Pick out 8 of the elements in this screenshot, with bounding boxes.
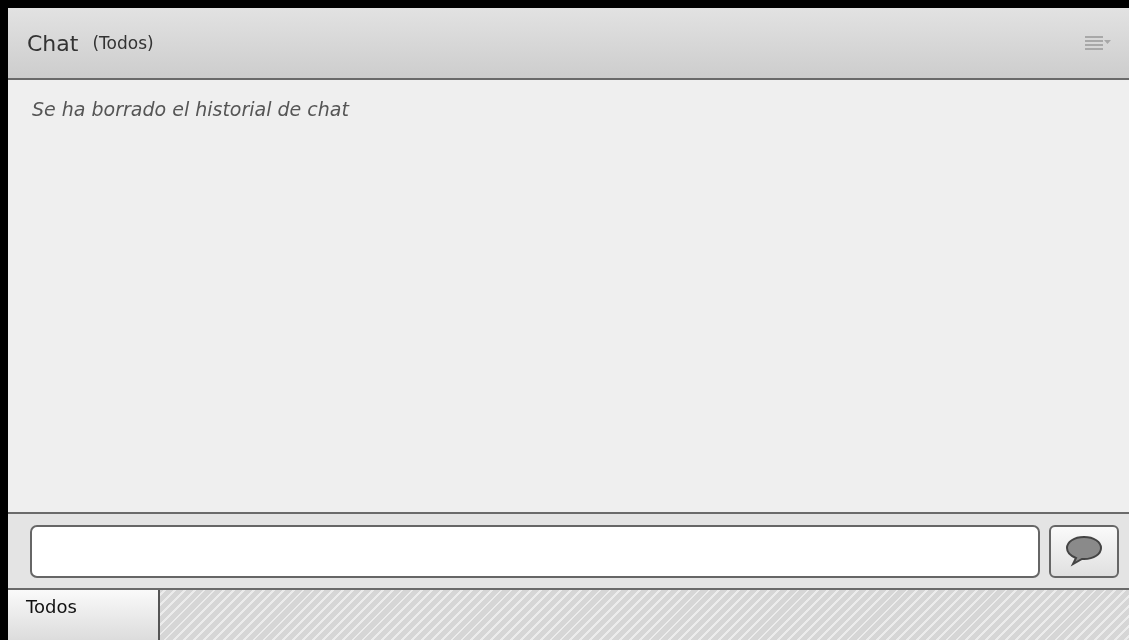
system-message: Se ha borrado el historial de chat xyxy=(32,98,351,120)
chat-tab[interactable]: Todos xyxy=(8,590,160,640)
pod-title: Chat xyxy=(27,30,79,56)
menu-icon xyxy=(1085,35,1111,51)
speech-bubble-icon xyxy=(1064,535,1104,567)
message-input[interactable] xyxy=(30,524,1040,578)
audience-label: (Todos) xyxy=(92,33,154,53)
send-button[interactable] xyxy=(1049,524,1119,578)
